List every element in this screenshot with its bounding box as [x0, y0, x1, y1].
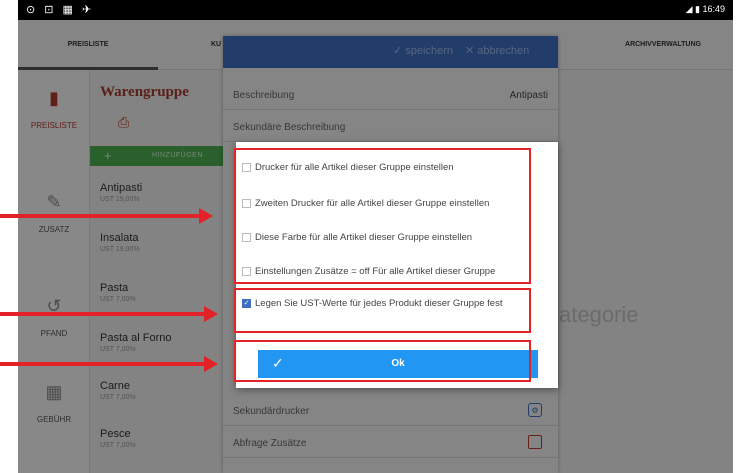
status-time: ◢ ▮ 16:49 [685, 4, 725, 14]
annotation-box-vat [234, 288, 531, 333]
annotation-arrow-head [204, 306, 218, 322]
battery-icon: ▮ [695, 4, 700, 14]
status-icons: ⊙ ⊡ ▦ ✈ [26, 4, 95, 16]
status-bar: ⊙ ⊡ ▦ ✈ ◢ ▮ 16:49 [18, 0, 733, 20]
annotation-arrow [0, 362, 205, 366]
annotation-arrow [0, 214, 200, 218]
annotation-arrow [0, 312, 205, 316]
annotation-arrow-head [199, 208, 213, 224]
annotation-box-ok [234, 340, 531, 382]
annotation-box-options [234, 148, 531, 284]
annotation-arrow-head [204, 356, 218, 372]
